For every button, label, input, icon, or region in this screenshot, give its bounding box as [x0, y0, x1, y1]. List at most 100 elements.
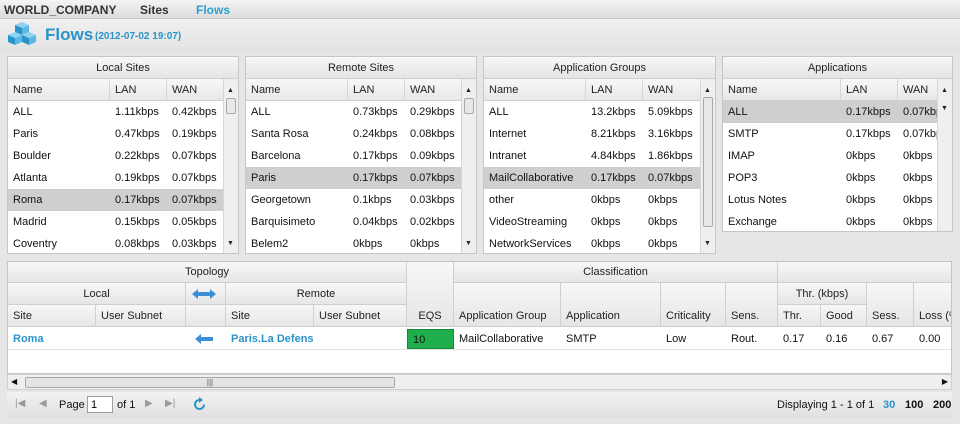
applications-scrollbar[interactable]: ▲ ▼	[937, 79, 952, 231]
col-header-name[interactable]: Name	[8, 79, 110, 101]
sess-col-label: Sess.	[872, 310, 900, 322]
table-row[interactable]: Paris 0.47kbps 0.19kbps	[8, 123, 225, 145]
application-col-header[interactable]: Application	[561, 283, 661, 327]
table-row[interactable]: Boulder 0.22kbps 0.07kbps	[8, 145, 225, 167]
table-row[interactable]: SMTP 0.17kbps 0.07kbps	[723, 123, 939, 145]
col-header-wan[interactable]: WAN	[405, 79, 463, 101]
lan-cell: 0.24kbps	[353, 128, 398, 140]
remote-site-link[interactable]: Paris.La Defens	[226, 328, 314, 350]
col-header-wan[interactable]: WAN	[167, 79, 225, 101]
col-header-name[interactable]: Name	[484, 79, 586, 101]
page-size-30[interactable]: 30	[883, 399, 895, 411]
next-page-icon[interactable]: ▶	[145, 398, 153, 409]
scroll-left-icon[interactable]: ◀	[11, 377, 17, 386]
local-subnet-col-header[interactable]: User Subnet	[96, 305, 186, 327]
table-row[interactable]: Santa Rosa 0.24kbps 0.08kbps	[246, 123, 463, 145]
name-cell: ALL	[489, 106, 509, 118]
table-row[interactable]: IMAP 0kbps 0kbps	[723, 145, 939, 167]
refresh-icon[interactable]	[192, 397, 207, 412]
table-row[interactable]: Atlanta 0.19kbps 0.07kbps	[8, 167, 225, 189]
local-site-link[interactable]: Roma	[8, 328, 96, 350]
last-page-icon[interactable]: ▶|	[165, 398, 175, 409]
lan-cell: 0kbps	[591, 216, 621, 228]
loss-col-header[interactable]: Loss (%	[914, 283, 951, 327]
application-groups-scrollbar[interactable]: ▲ ▼	[700, 79, 715, 253]
table-row[interactable]: Exchange 0kbps 0kbps	[723, 211, 939, 231]
table-row[interactable]: Paris 0.17kbps 0.07kbps	[246, 167, 463, 189]
wan-cell: 3.16kbps	[648, 128, 693, 140]
name-cell: Belem2	[251, 238, 289, 250]
arrow-left-icon	[195, 334, 213, 344]
col-header-wan[interactable]: WAN	[643, 79, 701, 101]
table-row[interactable]: Barquisimeto 0.04kbps 0.02kbps	[246, 211, 463, 233]
app-group-col-header[interactable]: Application Group	[454, 283, 561, 327]
col-header-name[interactable]: Name	[723, 79, 841, 101]
lan-cell: 1.11kbps	[115, 106, 159, 118]
remote-subnet-col-header[interactable]: User Subnet	[314, 305, 407, 327]
table-row[interactable]: Georgetown 0.1kbps 0.03kbps	[246, 189, 463, 211]
thr-cell: 0.17	[783, 333, 805, 345]
local-sites-title: Local Sites	[8, 57, 238, 79]
table-row[interactable]: Internet 8.21kbps 3.16kbps	[484, 123, 701, 145]
local-sites-grid: Local Sites Name LAN WAN ALL 1.11kbps 0.42…	[7, 56, 239, 254]
page-size-100[interactable]: 100	[905, 399, 923, 411]
table-row[interactable]: Roma Paris.La Defens 10 MailCollaborativ…	[8, 328, 951, 350]
good-col-header[interactable]: Good	[821, 305, 867, 327]
sess-col-header[interactable]: Sess.	[867, 283, 914, 327]
col-header-lan[interactable]: LAN	[586, 79, 643, 101]
nav-company[interactable]: WORLD_COMPANY	[4, 3, 116, 17]
swap-header[interactable]	[186, 283, 226, 305]
eqs-label: EQS	[418, 310, 442, 322]
table-row[interactable]: POP3 0kbps 0kbps	[723, 167, 939, 189]
swap-arrows-icon[interactable]	[192, 288, 216, 300]
local-site-col-header[interactable]: Site	[8, 305, 96, 327]
table-row[interactable]: Coventry 0.08kbps 0.03kbps	[8, 233, 225, 253]
applications-title: Applications	[723, 57, 952, 79]
wan-cell: 1.86kbps	[648, 150, 693, 162]
eqs-col-header[interactable]: EQS	[407, 262, 454, 327]
page-number-input[interactable]	[87, 396, 113, 413]
wan-cell: 0.03kbps	[172, 238, 217, 250]
col-header-lan[interactable]: LAN	[841, 79, 898, 101]
wan-cell: 0.29kbps	[410, 106, 455, 118]
criticality-cell: Low	[666, 333, 687, 345]
thr-kbps-header: Thr. (kbps)	[778, 283, 867, 305]
table-row[interactable]: MailCollaborative 0.17kbps 0.07kbps	[484, 167, 701, 189]
local-sites-scrollbar[interactable]: ▲ ▼	[223, 79, 238, 253]
thr-col-header[interactable]: Thr.	[778, 305, 821, 327]
horizontal-scrollbar[interactable]: ◀ ||| ▶	[7, 374, 952, 390]
table-row[interactable]: Intranet 4.84kbps 1.86kbps	[484, 145, 701, 167]
col-header-lan[interactable]: LAN	[348, 79, 405, 101]
table-row[interactable]: Lotus Notes 0kbps 0kbps	[723, 189, 939, 211]
col-header-wan[interactable]: WAN	[898, 79, 939, 101]
col-header-lan[interactable]: LAN	[110, 79, 167, 101]
table-row[interactable]: ALL 13.2kbps 5.09kbps	[484, 101, 701, 123]
table-row[interactable]: Belem2 0kbps 0kbps	[246, 233, 463, 253]
table-row[interactable]: other 0kbps 0kbps	[484, 189, 701, 211]
table-row[interactable]: ALL 0.17kbps 0.07kbps	[723, 101, 939, 123]
nav-flows[interactable]: Flows	[196, 3, 230, 17]
criticality-col-header[interactable]: Criticality	[661, 283, 726, 327]
displaying-info: Displaying 1 - 1 of 1	[777, 399, 875, 411]
table-row[interactable]: Barcelona 0.17kbps 0.09kbps	[246, 145, 463, 167]
wan-cell: 0.42kbps	[172, 106, 217, 118]
table-row[interactable]: ALL 0.73kbps 0.29kbps	[246, 101, 463, 123]
sens-col-header[interactable]: Sens.	[726, 283, 778, 327]
of-pages-label: of 1	[117, 399, 136, 411]
lan-cell: 0kbps	[846, 172, 876, 184]
horizontal-scroll-thumb[interactable]: |||	[25, 377, 395, 388]
page-size-200[interactable]: 200	[933, 399, 951, 411]
table-row[interactable]: Madrid 0.15kbps 0.05kbps	[8, 211, 225, 233]
remote-sites-scrollbar[interactable]: ▲ ▼	[461, 79, 476, 253]
nav-sites[interactable]: Sites	[140, 3, 169, 17]
table-row[interactable]: ALL 1.11kbps 0.42kbps	[8, 101, 225, 123]
wan-cell: 0.19kbps	[172, 128, 217, 140]
table-row[interactable]: VideoStreaming 0kbps 0kbps	[484, 211, 701, 233]
prev-page-icon[interactable]: ◀	[39, 398, 47, 409]
table-row[interactable]: NetworkServices 0kbps 0kbps	[484, 233, 701, 253]
col-header-name[interactable]: Name	[246, 79, 348, 101]
remote-site-col-header[interactable]: Site	[226, 305, 314, 327]
table-row[interactable]: Roma 0.17kbps 0.07kbps	[8, 189, 225, 211]
first-page-icon[interactable]: |◀	[15, 398, 25, 409]
scroll-right-icon[interactable]: ▶	[942, 377, 948, 386]
